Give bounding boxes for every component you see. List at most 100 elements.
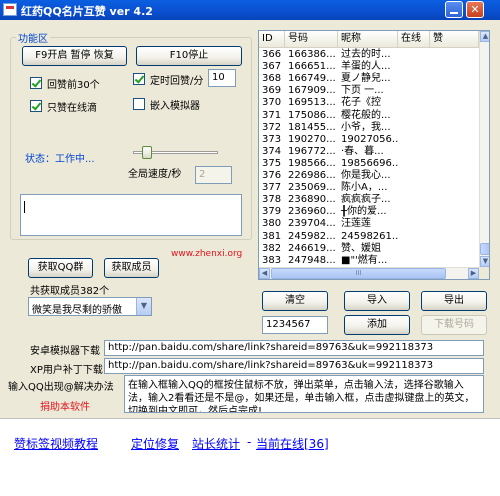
- table-cell: 382: [262, 242, 282, 254]
- scroll-right-icon[interactable]: ▶: [468, 268, 479, 279]
- table-cell: [430, 109, 479, 122]
- get-members-button[interactable]: 获取成员: [104, 258, 159, 278]
- close-button[interactable]: ✕: [466, 1, 484, 18]
- table-cell: [398, 60, 430, 73]
- table-row[interactable]: 376 226986... 你是我心...: [259, 169, 479, 182]
- table-row[interactable]: 366 166386... 过去的时...: [259, 48, 479, 61]
- window-title: 红药QQ名片互赞 ver 4.2: [21, 5, 153, 18]
- group-select-value: 微笑是我尽剩的骄傲: [32, 305, 122, 316]
- table-cell: [398, 109, 430, 122]
- bottom-link-bar: 赞标签视频教程 定位修复 站长统计 - 当前在线[36]: [0, 418, 500, 496]
- speed-slider[interactable]: [133, 146, 218, 160]
- col-nickname[interactable]: 昵称: [338, 31, 398, 48]
- col-praise[interactable]: 赞: [430, 31, 479, 48]
- minimize-button[interactable]: [445, 1, 463, 18]
- table-cell: [398, 72, 430, 85]
- table-cell: [430, 254, 479, 267]
- col-id[interactable]: ID: [259, 31, 285, 48]
- table-row[interactable]: 367 166651... 羊蛋的人...: [259, 60, 479, 73]
- table-row[interactable]: 378 236890... 疯疯疯子...: [259, 193, 479, 206]
- add-button[interactable]: 添加: [344, 315, 410, 335]
- table-cell: 376: [262, 170, 282, 181]
- android-url-field[interactable]: http://pan.baidu.com/share/link?shareid=…: [104, 340, 484, 356]
- table-cell: 369: [262, 85, 282, 97]
- table-row[interactable]: 368 166749... 夏ノ静兒...: [259, 72, 479, 85]
- tutorial-link[interactable]: 赞标签视频教程: [14, 435, 98, 452]
- log-textbox[interactable]: [20, 194, 242, 236]
- table-cell: 167909...: [288, 85, 336, 97]
- f9-start-pause-button[interactable]: F9开启 暂停 恢复: [22, 46, 127, 66]
- speed-label: 全局速度/秒: [128, 169, 182, 180]
- checkbox-icon: [133, 73, 145, 85]
- table-row[interactable]: 382 246619... 赞、媛姐: [259, 242, 479, 255]
- add-number-input[interactable]: 1234567: [262, 316, 328, 334]
- table-cell: [398, 133, 430, 146]
- scroll-left-icon[interactable]: ◀: [259, 268, 270, 279]
- table-cell: 166749...: [288, 73, 336, 85]
- scroll-up-icon[interactable]: ▲: [480, 31, 489, 42]
- table-cell: 377: [262, 182, 282, 194]
- table-cell: 368: [262, 73, 282, 85]
- table-cell: [398, 217, 430, 230]
- app-icon: [3, 3, 17, 16]
- table-cell: 236960...: [288, 206, 336, 218]
- table-row[interactable]: 374 196772... ·春、暮...: [259, 145, 479, 158]
- slider-thumb[interactable]: [142, 146, 152, 159]
- download-numbers-button[interactable]: 下载号码: [421, 315, 487, 335]
- table-cell: 245982...: [288, 230, 336, 242]
- import-button[interactable]: 导入: [344, 291, 410, 311]
- table-cell: [430, 217, 479, 230]
- table-cell: [398, 169, 430, 182]
- table-row[interactable]: 370 169513... 花子《控: [259, 96, 479, 109]
- xp-patch-label: XP用户补丁下载: [30, 365, 103, 376]
- table-cell: [430, 133, 479, 146]
- table-cell: ╂你的爱...: [341, 206, 387, 218]
- scroll-down-icon[interactable]: ▼: [480, 256, 489, 267]
- group-select[interactable]: 微笑是我尽剩的骄傲 ▼: [28, 297, 152, 316]
- site-stats-link[interactable]: 站长统计: [192, 435, 240, 452]
- table-row[interactable]: 381 245982... 24598261...: [259, 230, 479, 243]
- table-cell: ·春、暮...: [341, 145, 384, 157]
- locate-fix-link[interactable]: 定位修复: [131, 435, 179, 452]
- link-separator: -: [247, 435, 252, 449]
- table-cell: [430, 60, 479, 73]
- vertical-scrollbar[interactable]: ▲ ▼: [479, 31, 489, 267]
- f10-stop-button[interactable]: F10停止: [136, 46, 242, 66]
- table-row[interactable]: 383 247948... ■"'燃有...: [259, 254, 479, 267]
- table-row[interactable]: 371 175086... 樱花般的...: [259, 109, 479, 122]
- input-fix-text[interactable]: 在输入框输入QQ的框按住鼠标不放，弹出菜单，点击输入法，选择谷歌输入法，输入2看…: [124, 375, 484, 413]
- table-row[interactable]: 369 167909... 下页 一...: [259, 84, 479, 97]
- table-cell: [398, 121, 430, 134]
- table-row[interactable]: 379 236960... ╂你的爱...: [259, 205, 479, 218]
- table-cell: 175086...: [288, 109, 336, 121]
- table-cell: 樱花般的...: [341, 109, 391, 121]
- table-row[interactable]: 372 181455... 小爷，我...: [259, 121, 479, 134]
- clear-button[interactable]: 清空: [262, 291, 328, 311]
- title-bar: 红药QQ名片互赞 ver 4.2 ✕: [0, 0, 500, 20]
- online-count-link[interactable]: 当前在线[36]: [256, 435, 329, 452]
- horizontal-scrollbar[interactable]: ◀ III ▶: [259, 267, 479, 279]
- scroll-thumb-h[interactable]: III: [271, 268, 446, 279]
- speed-input[interactable]: 2: [195, 166, 232, 184]
- donate-link[interactable]: 捐助本软件: [40, 398, 90, 413]
- get-groups-button[interactable]: 获取QQ群: [28, 258, 93, 278]
- export-button[interactable]: 导出: [421, 291, 487, 311]
- table-row[interactable]: 373 190270... 19027056...: [259, 133, 479, 146]
- checkbox-icon: [133, 98, 145, 110]
- table-cell: 羊蛋的人...: [341, 61, 391, 73]
- scroll-thumb[interactable]: [480, 243, 489, 255]
- table-row[interactable]: 380 239704... 汪莲莲: [259, 217, 479, 230]
- col-number[interactable]: 号码: [285, 31, 338, 48]
- table-cell: ■"'燃有...: [341, 254, 388, 266]
- table-header: ID 号码 昵称 在线 赞: [259, 31, 479, 48]
- table-cell: 247948...: [288, 254, 336, 266]
- table-cell: [430, 230, 479, 243]
- timed-minutes-input[interactable]: 10: [208, 69, 236, 87]
- col-online[interactable]: 在线: [398, 31, 430, 48]
- chevron-down-icon[interactable]: ▼: [136, 298, 151, 315]
- table-cell: [430, 181, 479, 194]
- table-row[interactable]: 377 235069... 陈小A，...: [259, 181, 479, 194]
- table-cell: 19027056...: [341, 133, 398, 145]
- xp-url-field[interactable]: http://pan.baidu.com/share/link?shareid=…: [104, 358, 484, 374]
- table-row[interactable]: 375 198566... 19856696...: [259, 157, 479, 170]
